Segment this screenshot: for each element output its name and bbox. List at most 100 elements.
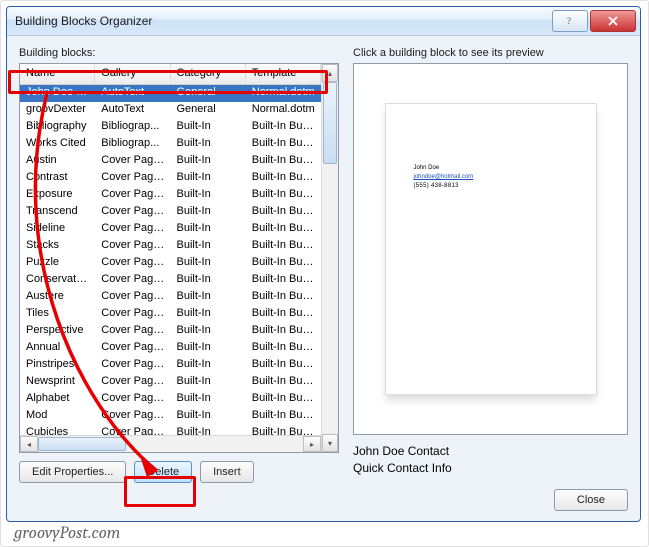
cell-template: Built-In Buil... [246,391,321,408]
cell-gallery: Bibliograp... [95,119,170,136]
cell-template: Built-In Buil... [246,340,321,357]
table-row[interactable]: PuzzleCover PagesBuilt-InBuilt-In Buil..… [20,255,321,272]
cell-name: Conservative [20,272,95,289]
table-row[interactable]: TilesCover PagesBuilt-InBuilt-In Buil... [20,306,321,323]
cell-gallery: Cover Pages [95,340,170,357]
table-row[interactable]: StacksCover PagesBuilt-InBuilt-In Buil..… [20,238,321,255]
cell-name: Exposure [20,187,95,204]
table-row[interactable]: ExposureCover PagesBuilt-InBuilt-In Buil… [20,187,321,204]
col-template[interactable]: Template [246,64,321,84]
vertical-scrollbar[interactable]: ▴ ▾ [321,64,338,452]
col-name[interactable]: Name [20,64,95,84]
screenshot-frame: Building Blocks Organizer ? Building blo… [0,0,649,547]
table-row[interactable]: groovDexterAutoTextGeneralNormal.dotm [20,102,321,119]
cell-name: Works Cited [20,136,95,153]
cell-category: Built-In [171,425,246,435]
cell-name: Austere [20,289,95,306]
insert-button[interactable]: Insert [200,461,254,483]
table-row[interactable]: CubiclesCover PagesBuilt-InBuilt-In Buil… [20,425,321,435]
cell-category: Built-In [171,340,246,357]
close-button[interactable]: Close [554,489,628,511]
cell-gallery: Cover Pages [95,204,170,221]
building-blocks-list[interactable]: Name Gallery Category Template John Doe … [19,63,339,453]
cell-gallery: Cover Pages [95,289,170,306]
cell-gallery: Cover Pages [95,255,170,272]
column-headers[interactable]: Name Gallery Category Template [20,64,321,85]
svg-text:?: ? [567,16,571,26]
table-row[interactable]: PerspectiveCover PagesBuilt-InBuilt-In B… [20,323,321,340]
vscroll-thumb[interactable] [323,82,337,164]
hscroll-thumb[interactable] [38,437,126,451]
scroll-right-button[interactable]: ▸ [303,436,321,452]
preview-pane: John Doe johndoe@hotmail.com (555) 438-8… [353,63,628,435]
cell-template: Built-In Buil... [246,255,321,272]
table-row[interactable]: TranscendCover PagesBuilt-InBuilt-In Bui… [20,204,321,221]
cell-gallery: Cover Pages [95,272,170,289]
cell-category: Built-In [171,204,246,221]
table-row[interactable]: John Doe C...AutoTextGeneralNormal.dotm [20,85,321,102]
horizontal-scrollbar[interactable]: ◂ ▸ [20,435,321,452]
titlebar[interactable]: Building Blocks Organizer ? [7,7,640,36]
watermark: groovyPost.com [14,524,643,543]
cell-template: Built-In Buil... [246,204,321,221]
scroll-down-button[interactable]: ▾ [322,434,338,452]
cell-category: Built-In [171,408,246,425]
cell-name: groovDexter [20,102,95,119]
cell-category: Built-In [171,170,246,187]
list-rows[interactable]: John Doe C...AutoTextGeneralNormal.dotmg… [20,85,321,435]
cell-gallery: Cover Pages [95,221,170,238]
cell-template: Built-In Buil... [246,408,321,425]
cell-name: Alphabet [20,391,95,408]
cell-name: Contrast [20,170,95,187]
cell-category: Built-In [171,323,246,340]
cell-name: Perspective [20,323,95,340]
cell-template: Built-In Buil... [246,221,321,238]
cell-category: Built-In [171,272,246,289]
cell-template: Built-In Buil... [246,289,321,306]
table-row[interactable]: ModCover PagesBuilt-InBuilt-In Buil... [20,408,321,425]
scroll-up-button[interactable]: ▴ [322,64,338,82]
cell-name: Transcend [20,204,95,221]
meta-desc: Quick Contact Info [353,460,628,477]
table-row[interactable]: AlphabetCover PagesBuilt-InBuilt-In Buil… [20,391,321,408]
table-row[interactable]: AnnualCover PagesBuilt-InBuilt-In Buil..… [20,340,321,357]
cell-gallery: Cover Pages [95,238,170,255]
table-row[interactable]: SidelineCover PagesBuilt-InBuilt-In Buil… [20,221,321,238]
table-row[interactable]: NewsprintCover PagesBuilt-InBuilt-In Bui… [20,374,321,391]
table-row[interactable]: Works CitedBibliograp...Built-InBuilt-In… [20,136,321,153]
table-row[interactable]: AustinCover PagesBuilt-InBuilt-In Buil..… [20,153,321,170]
table-row[interactable]: BibliographyBibliograp...Built-InBuilt-I… [20,119,321,136]
table-row[interactable]: AustereCover PagesBuilt-InBuilt-In Buil.… [20,289,321,306]
preview-line-phone: (555) 438-8813 [414,182,474,191]
table-row[interactable]: ContrastCover PagesBuilt-InBuilt-In Buil… [20,170,321,187]
edit-properties-button[interactable]: Edit Properties... [19,461,126,483]
cell-category: Built-In [171,255,246,272]
help-button[interactable]: ? [552,10,588,32]
cell-template: Built-In Buil... [246,170,321,187]
cell-gallery: Cover Pages [95,323,170,340]
col-gallery[interactable]: Gallery [95,64,170,84]
cell-category: Built-In [171,119,246,136]
cell-template: Normal.dotm [246,85,321,102]
scroll-left-button[interactable]: ◂ [20,436,38,452]
cell-category: Built-In [171,357,246,374]
window-close-button[interactable] [590,10,636,32]
left-button-bar: Edit Properties... Delete Insert [19,461,339,483]
cell-template: Built-In Buil... [246,306,321,323]
table-row[interactable]: PinstripesCover PagesBuilt-InBuilt-In Bu… [20,357,321,374]
cell-name: Mod [20,408,95,425]
cell-template: Normal.dotm [246,102,321,119]
table-row[interactable]: ConservativeCover PagesBuilt-InBuilt-In … [20,272,321,289]
dialog-window: Building Blocks Organizer ? Building blo… [6,6,641,522]
window-title: Building Blocks Organizer [7,14,551,28]
cell-category: Built-In [171,238,246,255]
cell-gallery: Cover Pages [95,170,170,187]
cell-name: Tiles [20,306,95,323]
delete-button[interactable]: Delete [134,461,192,483]
cell-gallery: Cover Pages [95,153,170,170]
cell-gallery: AutoText [95,102,170,119]
cell-category: Built-In [171,153,246,170]
col-category[interactable]: Category [171,64,246,84]
cell-template: Built-In Buil... [246,119,321,136]
cell-category: Built-In [171,289,246,306]
